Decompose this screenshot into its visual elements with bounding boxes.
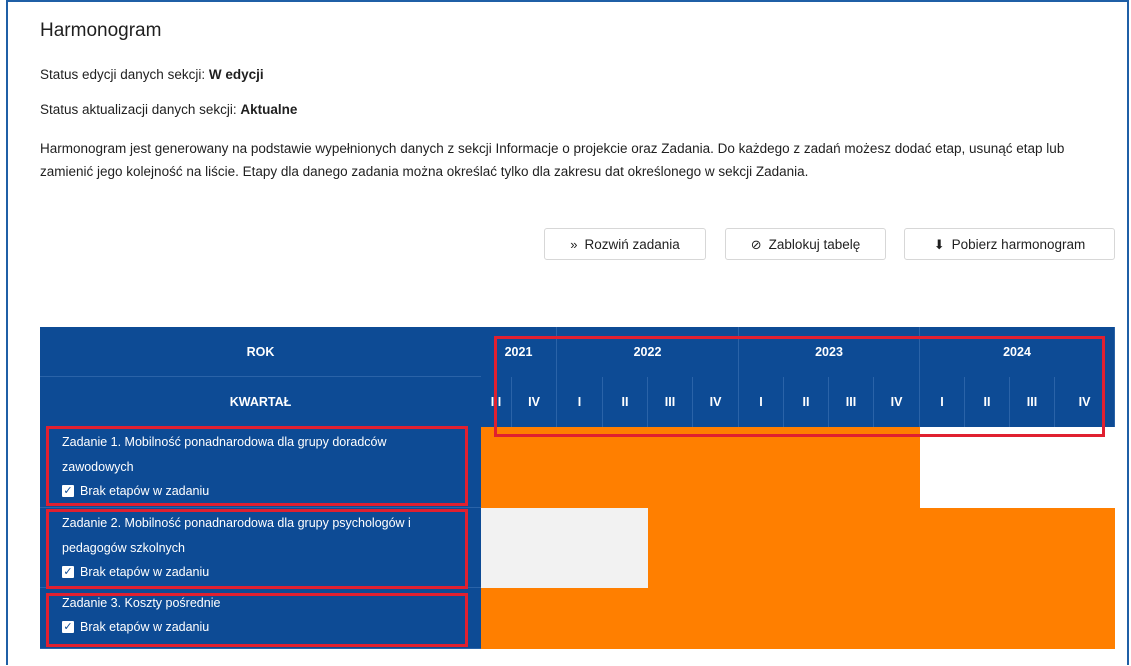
task-name-3: Zadanie 3. Koszty pośrednie: [62, 596, 221, 610]
quarter-cell: II: [603, 377, 648, 427]
quarter-cell: III: [829, 377, 874, 427]
section-title: Harmonogram: [40, 20, 162, 41]
schedule-table: ROK KWARTAŁ 2021 2022 2023 2024 III IV I II III…: [40, 327, 1115, 649]
checkbox-checked-icon: ✓: [62, 485, 74, 497]
gantt-empty-before: [481, 508, 648, 588]
quarter-row: III IV I II III IV I II III IV I II III IV: [481, 377, 1115, 427]
expand-tasks-button[interactable]: » Rozwiń zadania: [544, 228, 706, 260]
update-status: Status aktualizacji danych sekcji: Aktua…: [40, 102, 297, 117]
task-checkbox-1[interactable]: ✓ Brak etapów w zadaniu: [62, 480, 459, 502]
task-checkbox-label-2: Brak etapów w zadaniu: [80, 565, 210, 579]
download-icon: ⬇: [933, 236, 945, 252]
quarter-cell: IV: [874, 377, 920, 427]
task-row-2: Zadanie 2. Mobilność ponadnarodowa dla g…: [40, 508, 481, 588]
task-row-1: Zadanie 1. Mobilność ponadnarodowa dla g…: [40, 427, 481, 508]
task-checkbox-2[interactable]: ✓ Brak etapów w zadaniu: [62, 561, 459, 583]
quarter-cell: I: [557, 377, 603, 427]
section-description: Harmonogram jest generowany na podstawie…: [40, 141, 1065, 179]
quarter-cell: IV: [1055, 377, 1115, 427]
quarter-cell: III: [648, 377, 693, 427]
quarter-cell: II: [965, 377, 1010, 427]
task-checkbox-label-3: Brak etapów w zadaniu: [80, 620, 210, 634]
year-cell-2023: 2023: [739, 327, 920, 377]
gantt-empty-after: [920, 427, 1115, 508]
task-checkbox-label-1: Brak etapów w zadaniu: [80, 484, 210, 498]
quarter-cell: I: [739, 377, 784, 427]
year-cell-2021: 2021: [481, 327, 557, 377]
lock-table-button[interactable]: ⊘ Zablokuj tabelę: [725, 228, 886, 260]
gantt-row-2: [481, 508, 1115, 588]
task-checkbox-3[interactable]: ✓ Brak etapów w zadaniu: [62, 616, 459, 638]
block-icon: ⊘: [750, 236, 762, 252]
year-row: 2021 2022 2023 2024: [481, 327, 1115, 378]
quarter-header: KWARTAŁ: [40, 377, 481, 427]
edit-status-value: W edycji: [208, 67, 264, 82]
task-row-3: Zadanie 3. Koszty pośrednie ✓ Brak etapó…: [40, 588, 481, 649]
quarter-cell: II: [784, 377, 829, 427]
quarter-cell: III: [481, 377, 512, 427]
quarter-cell: IV: [512, 377, 557, 427]
update-status-label: Status aktualizacji danych sekcji:: [40, 102, 237, 117]
edit-status-label: Status edycji danych sekcji:: [40, 67, 206, 82]
download-schedule-button[interactable]: ⬇ Pobierz harmonogram: [904, 228, 1115, 260]
update-status-value: Aktualne: [240, 102, 298, 117]
gantt-bar-task-2: [648, 508, 1115, 588]
checkbox-checked-icon: ✓: [62, 621, 74, 633]
gantt-row-1: [481, 427, 1115, 508]
edit-status: Status edycji danych sekcji: W edycji: [40, 67, 264, 82]
quarter-cell: III: [1010, 377, 1055, 427]
checkbox-checked-icon: ✓: [62, 566, 74, 578]
gantt-bar-task-1: [481, 427, 920, 508]
download-schedule-label: Pobierz harmonogram: [951, 236, 1086, 252]
expand-tasks-label: Rozwiń zadania: [584, 236, 680, 252]
lock-table-label: Zablokuj tabelę: [768, 236, 861, 252]
year-cell-2022: 2022: [557, 327, 739, 377]
year-header: ROK: [40, 327, 481, 377]
gantt-bar-task-3: [481, 588, 1115, 649]
year-cell-2024: 2024: [920, 327, 1115, 377]
task-name-2: Zadanie 2. Mobilność ponadnarodowa dla g…: [62, 516, 411, 555]
double-chevron-down-icon: »: [570, 236, 578, 252]
task-name-1: Zadanie 1. Mobilność ponadnarodowa dla g…: [62, 435, 387, 474]
quarter-cell: I: [920, 377, 965, 427]
quarter-cell: IV: [693, 377, 739, 427]
gantt-row-3: [481, 588, 1115, 649]
